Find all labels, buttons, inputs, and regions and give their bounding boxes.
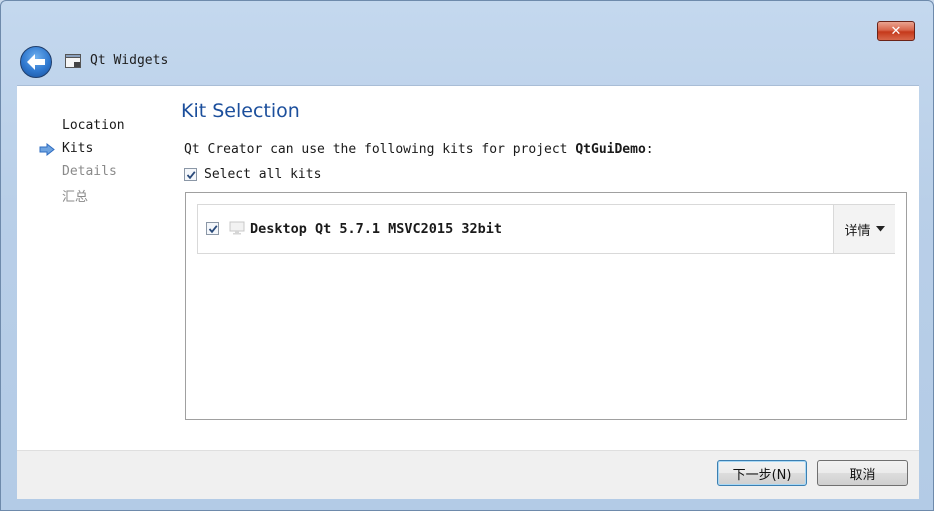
kit-checkbox[interactable] — [206, 222, 219, 235]
page-description: Qt Creator can use the following kits fo… — [184, 142, 654, 157]
next-button[interactable]: 下一步(N) — [717, 460, 807, 486]
close-button[interactable]: ✕ — [877, 21, 915, 41]
select-all-label: Select all kits — [204, 167, 322, 182]
wizard-window: ✕ Qt Widgets Location Kits Details 汇总 Ki… — [0, 0, 934, 511]
description-prefix: Qt Creator can use the following kits fo… — [184, 142, 576, 157]
cancel-button[interactable]: 取消 — [817, 460, 908, 486]
description-suffix: : — [645, 142, 654, 157]
details-label: 详情 — [844, 223, 871, 239]
nav-step-details: Details — [62, 164, 117, 179]
page-title: Kit Selection — [181, 100, 300, 122]
desktop-monitor-icon — [229, 221, 245, 235]
window-title: Qt Widgets — [90, 53, 169, 68]
select-all-kits[interactable]: Select all kits — [184, 167, 321, 182]
kit-name: Desktop Qt 5.7.1 MSVC2015 32bit — [250, 221, 502, 237]
nav-step-summary: 汇总 — [62, 190, 89, 205]
checkmark-icon — [208, 224, 218, 233]
wizard-content: Location Kits Details 汇总 Kit Selection Q… — [17, 85, 919, 451]
kit-row[interactable]: Desktop Qt 5.7.1 MSVC2015 32bit 详情 — [197, 204, 895, 254]
back-arrow-icon — [27, 54, 45, 70]
kit-list: Desktop Qt 5.7.1 MSVC2015 32bit 详情 — [185, 192, 907, 420]
project-name: QtGuiDemo — [575, 142, 646, 157]
checkmark-icon — [186, 170, 196, 179]
kit-details-button[interactable]: 详情 — [833, 205, 895, 253]
back-button[interactable] — [20, 46, 52, 78]
window-app-icon — [65, 54, 81, 68]
close-icon: ✕ — [890, 23, 902, 39]
dropdown-arrow-icon — [875, 226, 885, 232]
nav-step-kits: Kits — [62, 141, 94, 156]
nav-step-location: Location — [62, 118, 125, 133]
button-bar: 下一步(N) 取消 — [17, 450, 919, 499]
current-step-arrow-icon — [39, 143, 55, 156]
select-all-checkbox[interactable] — [184, 168, 197, 181]
